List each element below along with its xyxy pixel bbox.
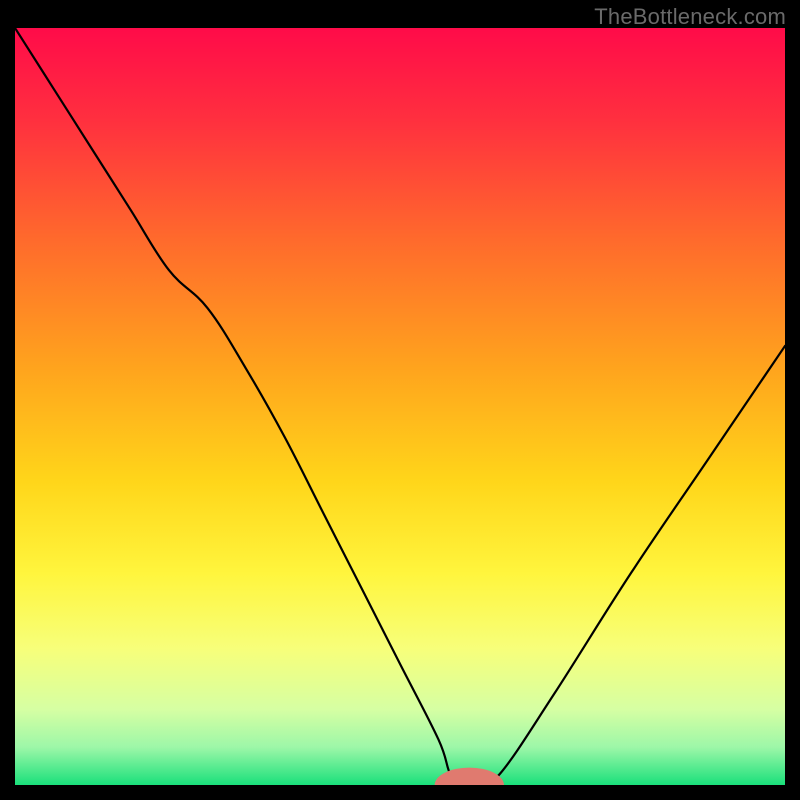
bottleneck-chart [15, 28, 785, 785]
plot-area [15, 28, 785, 785]
watermark-text: TheBottleneck.com [594, 4, 786, 30]
gradient-background [15, 28, 785, 785]
chart-frame: TheBottleneck.com [0, 0, 800, 800]
